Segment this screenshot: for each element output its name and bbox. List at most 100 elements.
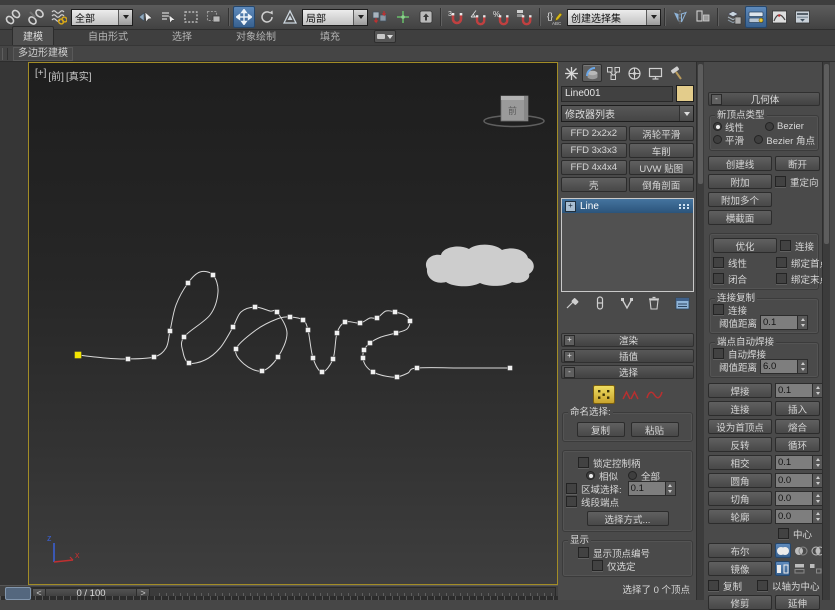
spinner-snap-icon[interactable]	[514, 6, 536, 28]
spline-vertex[interactable]	[331, 357, 336, 362]
spline-vertex[interactable]	[275, 310, 280, 315]
about-pivot-checkbox[interactable]: 以轴为中心	[757, 579, 820, 592]
fillet-button[interactable]: 圆角	[708, 473, 772, 488]
turbosmooth-button[interactable]: 涡轮平滑	[629, 126, 695, 141]
spline-vertex[interactable]	[276, 355, 281, 360]
refine-button[interactable]: 优化	[713, 238, 777, 253]
spline-vertex[interactable]	[508, 366, 513, 371]
spline-vertex[interactable]	[187, 361, 192, 366]
bezier-radio[interactable]: Bezier	[765, 120, 804, 133]
expander-icon[interactable]: -	[711, 94, 722, 105]
geometry-panel-scrollbar[interactable]	[822, 62, 830, 600]
mirror-vertical-icon[interactable]	[793, 561, 806, 576]
selection-filter-dropdown[interactable]: 全部	[71, 9, 133, 26]
percent-snap-icon[interactable]: %	[491, 6, 513, 28]
extend-button[interactable]: 延伸	[775, 595, 820, 610]
linear-radio[interactable]: 线性	[713, 120, 761, 133]
fuse-button[interactable]: 熔合	[775, 419, 820, 434]
expander-icon[interactable]: +	[565, 201, 576, 212]
dropdown-arrow-icon[interactable]	[118, 10, 132, 25]
linear-checkbox[interactable]: 线性	[713, 256, 773, 269]
select-and-move-icon[interactable]	[233, 6, 255, 28]
ribbon-grip-handle[interactable]	[2, 48, 8, 60]
spline-vertex[interactable]	[375, 316, 380, 321]
spline-vertex[interactable]	[231, 325, 236, 330]
spline-vertex[interactable]	[320, 370, 325, 375]
spline-vertex[interactable]	[358, 321, 363, 326]
love-spline-curve[interactable]	[78, 271, 510, 377]
paste-button[interactable]: 粘贴	[631, 422, 679, 437]
lock-handles-checkbox[interactable]: 锁定控制柄	[578, 456, 689, 469]
spline-vertex[interactable]	[368, 341, 373, 346]
ffd3x3x3-button[interactable]: FFD 3x3x3	[561, 143, 627, 158]
auto-weld-threshold-spinner[interactable]: 6.0	[760, 359, 808, 374]
use-pivot-point-center-icon[interactable]	[369, 6, 391, 28]
insert-button[interactable]: 插入	[775, 401, 820, 416]
rectangular-selection-region-icon[interactable]	[180, 6, 202, 28]
align-icon[interactable]	[692, 6, 714, 28]
smooth-radio[interactable]: 平滑	[713, 133, 750, 146]
spline-vertex[interactable]	[394, 331, 399, 336]
cross-insert-spinner[interactable]: 0.1	[775, 455, 823, 470]
mirror-both-icon[interactable]	[809, 561, 822, 576]
spline-vertex[interactable]	[186, 281, 191, 286]
lathe-button[interactable]: 车削	[629, 143, 695, 158]
spline-vertex[interactable]	[371, 370, 376, 375]
mirror-copy-checkbox[interactable]: 复制	[708, 579, 754, 592]
front-viewport[interactable]: [+] [前] [真实] 前 z x	[28, 62, 558, 585]
schematic-view-icon[interactable]	[791, 6, 813, 28]
ribbon-tab-freeform[interactable]: 自由形式	[78, 27, 138, 45]
spline-vertex[interactable]	[362, 348, 367, 353]
mini-listener-icon[interactable]	[5, 587, 31, 600]
uvw-map-button[interactable]: UVW 贴图	[629, 160, 695, 175]
configure-modifier-sets-icon[interactable]	[675, 297, 690, 310]
hierarchy-tab-icon[interactable]	[603, 64, 623, 82]
select-and-rotate-icon[interactable]	[256, 6, 278, 28]
closed-checkbox[interactable]: 闭合	[713, 272, 773, 285]
snap-toggle-3d-icon[interactable]: 3	[445, 6, 467, 28]
ffd2x2x2-button[interactable]: FFD 2x2x2	[561, 126, 627, 141]
ribbon-tab-selection[interactable]: 选择	[162, 27, 202, 45]
bind-to-space-warp-icon[interactable]	[48, 6, 70, 28]
ribbon-tab-populate[interactable]: 填充	[310, 27, 350, 45]
interpolation-rollout[interactable]: + 插值	[561, 349, 694, 363]
reorient-checkbox[interactable]: 重定向	[775, 175, 820, 188]
shell-button[interactable]: 壳	[561, 177, 627, 192]
alike-radio[interactable]: 相似	[586, 469, 618, 482]
spline-vertex[interactable]	[260, 369, 265, 374]
ribbon-overflow-dropdown[interactable]	[374, 30, 396, 43]
reference-coordinate-system-dropdown[interactable]: 局部	[302, 9, 368, 26]
connect-checkbox[interactable]: 连接	[780, 239, 815, 252]
spline-vertex[interactable]	[234, 347, 239, 352]
modifier-list-dropdown[interactable]: 修改器列表	[561, 105, 694, 122]
angle-snap-icon[interactable]	[468, 6, 490, 28]
expander-icon[interactable]: +	[564, 335, 575, 346]
cross-section-button[interactable]: 横截面	[708, 210, 772, 225]
copy-button[interactable]: 复制	[577, 422, 625, 437]
spline-vertex[interactable]	[395, 375, 400, 380]
spline-vertex[interactable]	[126, 357, 131, 362]
spline-start-vertex[interactable]	[75, 352, 82, 359]
trim-button[interactable]: 修剪	[708, 595, 772, 610]
spline-vertex[interactable]	[408, 319, 413, 324]
boolean-subtract-icon[interactable]	[794, 543, 808, 558]
cross-insert-button[interactable]: 相交	[708, 455, 772, 470]
edit-named-selection-sets-icon[interactable]: {} ABC	[544, 6, 566, 28]
love-spline[interactable]	[75, 271, 513, 379]
weld-threshold-spinner[interactable]: 0.1	[775, 383, 823, 398]
bezier-corner-radio[interactable]: Bezier 角点	[754, 133, 815, 146]
bevel-profile-button[interactable]: 倒角剖面	[629, 177, 695, 192]
manage-layers-icon[interactable]	[722, 6, 744, 28]
chamfer-button[interactable]: 切角	[708, 491, 772, 506]
keyboard-shortcut-override-icon[interactable]	[415, 6, 437, 28]
select-object-icon[interactable]	[134, 6, 156, 28]
spline-subobject-button[interactable]	[646, 389, 663, 401]
object-name-field[interactable]: Line001	[561, 86, 673, 102]
utilities-tab-icon[interactable]	[666, 64, 686, 82]
expander-icon[interactable]: +	[564, 351, 575, 362]
spline-vertex[interactable]	[415, 366, 420, 371]
spline-vertex[interactable]	[182, 335, 187, 340]
modify-tab-icon[interactable]	[582, 64, 602, 82]
selection-rollout[interactable]: - 选择	[561, 365, 694, 379]
attach-button[interactable]: 附加	[708, 174, 772, 189]
